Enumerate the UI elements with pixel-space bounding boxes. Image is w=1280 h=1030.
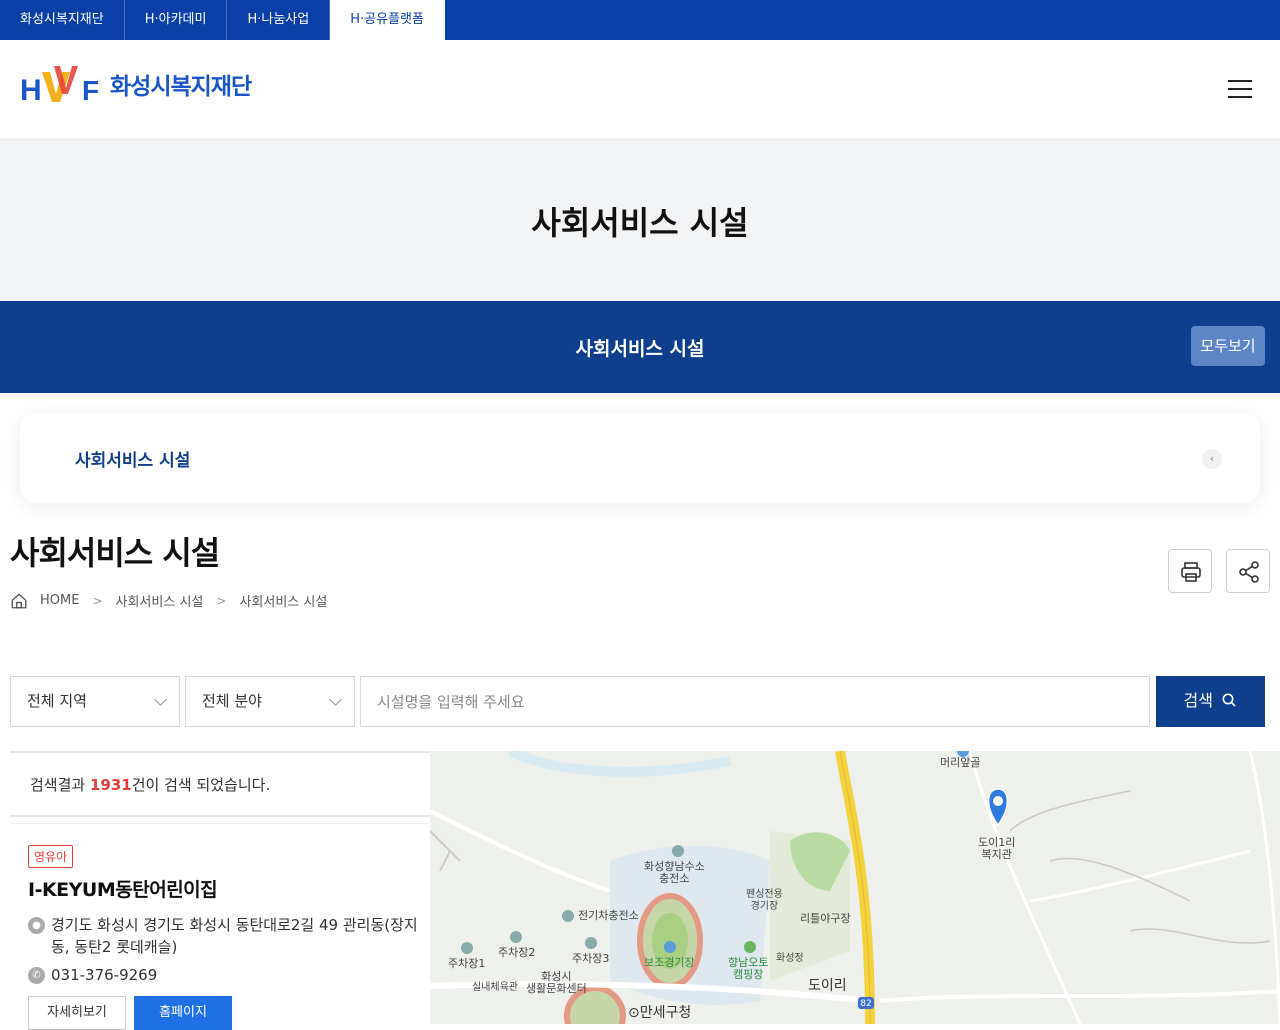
map-label: 화성향남수소 충전소 — [644, 860, 705, 885]
top-site-tabs: 화성시복지재단 H·아카데미 H·나눔사업 H·공유플랫폼 — [0, 0, 1280, 40]
svg-text:H: H — [20, 74, 42, 104]
chevron-right-icon: > — [216, 593, 227, 608]
homepage-button[interactable]: 홈페이지 — [134, 996, 232, 1030]
divider — [10, 823, 430, 824]
tab-share-platform[interactable]: H·공유플랫폼 — [330, 0, 445, 40]
tab-foundation[interactable]: 화성시복지재단 — [0, 0, 125, 40]
detail-button[interactable]: 자세히보기 — [28, 996, 126, 1030]
view-all-button[interactable]: 모두보기 — [1191, 326, 1265, 366]
printer-icon — [1181, 562, 1201, 582]
map-label: 주차장3 — [572, 952, 610, 965]
home-icon[interactable] — [10, 592, 28, 610]
route-number: 82 — [860, 999, 872, 1009]
map-label: 주차장2 — [498, 946, 536, 959]
breadcrumb: HOME > 사회서비스 시설 > 사회서비스 시설 — [10, 591, 327, 610]
list-item[interactable]: 영유아 I-KEYUM동탄어린이집 ● 경기도 화성시 경기도 화성시 동탄대로… — [28, 845, 418, 1030]
facility-search-input[interactable] — [360, 676, 1150, 727]
map-label: 보조경기장 — [644, 956, 695, 969]
search-button-label: 검색 — [1183, 693, 1213, 710]
field-select-value: 전체 분야 — [202, 692, 262, 710]
site-header: H F 화성시복지재단 — [0, 40, 1280, 140]
map-label: 도이1리 복지관 — [978, 836, 1016, 861]
chevron-down-icon — [329, 693, 342, 706]
field-select[interactable]: 전체 분야 — [185, 676, 355, 727]
svg-text:F: F — [82, 75, 99, 104]
print-button[interactable] — [1168, 549, 1212, 593]
chevron-right-icon: > — [92, 593, 103, 608]
facility-map[interactable]: 머리앞골 도이1리 복지관 화성향남수소 충전소 전기차충전소 펜싱전용 경기장… — [430, 751, 1280, 1024]
phone-icon: ✆ — [28, 967, 45, 984]
map-label: 주차장1 — [448, 957, 486, 970]
chevron-down-icon — [154, 693, 167, 706]
hero-title: 사회서비스 시설 — [531, 204, 749, 242]
share-button[interactable] — [1226, 549, 1270, 593]
band-title: 사회서비스 시설 — [575, 338, 705, 360]
result-count-number: 1931 — [89, 776, 132, 794]
map-label: 전기차충전소 — [578, 909, 639, 922]
share-icon — [1239, 561, 1259, 583]
divider — [10, 815, 430, 817]
location-pin-icon: ● — [28, 917, 45, 934]
search-icon — [1222, 693, 1237, 707]
map-marker-pin-icon[interactable] — [986, 787, 1012, 827]
tab-academy[interactable]: H·아카데미 — [125, 0, 228, 40]
search-bar: 전체 지역 전체 분야 검색 — [10, 676, 1265, 727]
map-label: 리틀야구장 — [800, 912, 851, 925]
map-label: 실내체육관 — [472, 982, 518, 993]
page-title: 사회서비스 시설 — [10, 534, 220, 572]
map-label: ⊙만세구청 — [628, 1005, 692, 1021]
logo-text: 화성시복지재단 — [110, 74, 252, 100]
region-select-value: 전체 지역 — [27, 692, 87, 710]
breadcrumb-home[interactable]: HOME — [40, 593, 79, 608]
hamburger-icon[interactable] — [1228, 80, 1252, 100]
facility-phone: ✆ 031-376-9269 — [28, 964, 418, 986]
search-button[interactable]: 검색 — [1156, 676, 1265, 727]
map-label: 화성정 — [776, 953, 804, 964]
facility-name[interactable]: I-KEYUM동탄어린이집 — [28, 875, 418, 902]
site-logo[interactable]: H F 화성시복지재단 — [20, 64, 252, 104]
tab-sharing[interactable]: H·나눔사업 — [227, 0, 331, 40]
submenu-card: 사회서비스 시설 ‹ — [20, 413, 1260, 503]
map-label: 화성시 생활문화센터 — [526, 970, 587, 995]
map-label: 도이리 — [808, 978, 847, 994]
chevron-left-icon[interactable]: ‹ — [1202, 449, 1222, 469]
hero-section: 사회서비스 시설 — [0, 140, 1280, 301]
category-badge: 영유아 — [28, 845, 74, 868]
breadcrumb-level2[interactable]: 사회서비스 시설 — [239, 591, 327, 610]
map-label: 펜싱전용 경기장 — [746, 889, 783, 912]
result-count: 검색결과 1931건이 검색 되었습니다. — [30, 776, 271, 794]
region-select[interactable]: 전체 지역 — [10, 676, 180, 727]
results-panel: 검색결과 1931건이 검색 되었습니다. 영유아 I-KEYUM동탄어린이집 … — [10, 751, 430, 1030]
map-label: 향남오토 캠핑장 — [728, 956, 769, 981]
category-band: 사회서비스 시설 모두보기 — [0, 301, 1280, 393]
hwf-logo-icon: H F — [20, 66, 99, 104]
map-label: 머리앞골 — [940, 756, 981, 769]
breadcrumb-level1[interactable]: 사회서비스 시설 — [116, 591, 204, 610]
facility-address: ● 경기도 화성시 경기도 화성시 동탄대로2길 49 관리동(장지동, 동탄2… — [28, 914, 418, 958]
submenu-item-social-service[interactable]: 사회서비스 시설 — [75, 446, 190, 471]
